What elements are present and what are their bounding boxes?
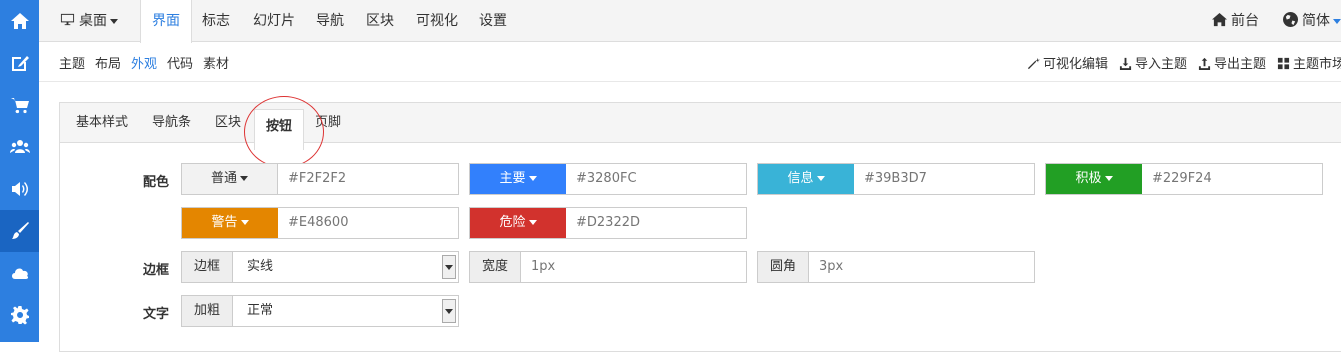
color-group-success: 积极: [1045, 163, 1323, 195]
color-default-input[interactable]: [278, 164, 458, 194]
color-success-input[interactable]: [1142, 164, 1322, 194]
sub-navbar: 主题 布局 外观 代码 素材 可视化编辑 导入主题 导出主题 主题市场: [39, 42, 1341, 82]
nav-navigation[interactable]: 导航: [305, 0, 355, 42]
border-radius-addon: 圆角: [758, 252, 809, 282]
globe-icon: [1283, 12, 1299, 27]
users-icon[interactable]: [0, 126, 39, 168]
nav-settings[interactable]: 设置: [468, 0, 518, 42]
color-danger-button[interactable]: 危险: [470, 208, 566, 238]
magic-wand-icon: [1027, 57, 1040, 70]
tab-blocks[interactable]: 区块: [204, 103, 252, 143]
download-icon: [1119, 57, 1132, 70]
frontend-link[interactable]: 前台: [1201, 0, 1270, 42]
color-label: 配色: [142, 175, 169, 190]
monitor-icon: [60, 13, 75, 26]
color-warning-button[interactable]: 警告: [182, 208, 278, 238]
subnav-theme[interactable]: 主题: [59, 53, 85, 72]
top-navbar: 桌面 界面 标志 幻灯片 导航 区块 可视化 设置 前台 简体: [39, 0, 1341, 43]
left-sidebar: [0, 0, 39, 342]
border-style-select[interactable]: 实线: [233, 252, 458, 282]
brush-icon[interactable]: [0, 210, 39, 252]
nav-visualize[interactable]: 可视化: [405, 0, 469, 42]
chevron-down-icon[interactable]: [442, 255, 456, 279]
color-default-button[interactable]: 普通: [182, 164, 278, 194]
color-success-button[interactable]: 积极: [1046, 164, 1142, 194]
chevron-down-icon: [528, 220, 537, 225]
color-primary-input[interactable]: [566, 164, 746, 194]
color-group-info: 信息: [757, 163, 1035, 195]
subnav-appearance[interactable]: 外观: [131, 53, 157, 72]
subnav-assets[interactable]: 素材: [203, 53, 229, 72]
chevron-down-icon: [816, 176, 825, 181]
border-style-addon: 边框: [182, 252, 233, 282]
export-theme-button[interactable]: 导出主题: [1198, 53, 1266, 72]
chevron-down-icon: [240, 176, 248, 181]
subnav-layout[interactable]: 布局: [95, 53, 121, 72]
text-weight-select[interactable]: 正常: [233, 296, 458, 326]
gear-icon[interactable]: [0, 294, 39, 336]
upload-icon: [1198, 57, 1211, 70]
home-icon: [1212, 12, 1227, 27]
desktop-menu[interactable]: 桌面: [49, 0, 129, 42]
theme-market-button[interactable]: 主题市场: [1277, 53, 1341, 72]
tab-buttons[interactable]: 按钮: [254, 109, 305, 150]
nav-slides[interactable]: 幻灯片: [242, 0, 306, 42]
import-theme-button[interactable]: 导入主题: [1119, 53, 1187, 72]
nav-blocks[interactable]: 区块: [355, 0, 405, 42]
chevron-down-icon[interactable]: [442, 299, 456, 323]
color-group-warning: 警告: [181, 207, 459, 239]
chevron-down-icon: [1104, 176, 1113, 181]
home-icon[interactable]: [0, 0, 39, 42]
edit-icon[interactable]: [0, 42, 39, 84]
panel-tabs: 基本样式 导航条 区块 按钮 页脚: [60, 103, 1341, 150]
volume-icon[interactable]: [0, 168, 39, 210]
nav-interface[interactable]: 界面: [140, 0, 192, 43]
color-group-default: 普通: [181, 163, 459, 195]
color-info-input[interactable]: [854, 164, 1034, 194]
chevron-down-icon: [240, 220, 249, 225]
border-width-input[interactable]: [521, 252, 746, 282]
tab-basic-style[interactable]: 基本样式: [65, 103, 139, 143]
border-radius-input[interactable]: [809, 252, 1034, 282]
subnav-code[interactable]: 代码: [167, 53, 193, 72]
language-menu[interactable]: 简体: [1272, 0, 1341, 42]
visual-edit-button[interactable]: 可视化编辑: [1027, 53, 1108, 72]
cart-icon[interactable]: [0, 84, 39, 126]
color-warning-input[interactable]: [278, 208, 458, 238]
chevron-down-icon: [528, 176, 537, 181]
color-group-danger: 危险: [469, 207, 747, 239]
text-label: 文字: [142, 307, 169, 322]
text-weight-group: 加粗 正常: [181, 295, 459, 327]
border-style-group: 边框 实线: [181, 251, 459, 283]
grid-icon: [1277, 57, 1290, 70]
color-danger-input[interactable]: [566, 208, 746, 238]
tab-navbar[interactable]: 导航条: [141, 103, 202, 143]
text-weight-addon: 加粗: [182, 296, 233, 326]
chevron-down-icon: [110, 18, 118, 24]
border-radius-group: 圆角: [757, 251, 1035, 283]
border-width-addon: 宽度: [470, 252, 521, 282]
cloud-icon[interactable]: [0, 252, 39, 294]
color-info-button[interactable]: 信息: [758, 164, 854, 194]
border-label: 边框: [142, 263, 169, 278]
color-group-primary: 主要: [469, 163, 747, 195]
color-primary-button[interactable]: 主要: [470, 164, 566, 194]
tab-footer[interactable]: 页脚: [304, 103, 352, 143]
nav-logo[interactable]: 标志: [191, 0, 241, 42]
border-width-group: 宽度: [469, 251, 747, 283]
chevron-down-icon: [1333, 18, 1341, 24]
